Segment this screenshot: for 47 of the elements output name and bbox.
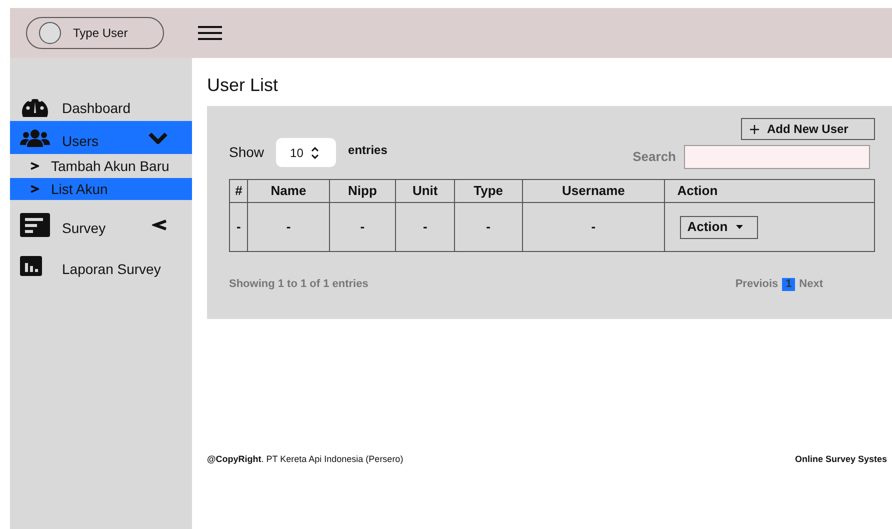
chevron-right-icon	[30, 162, 39, 170]
sidebar-item[interactable]: Survey	[10, 208, 192, 241]
document-icon	[20, 212, 50, 236]
plus-icon	[750, 124, 759, 134]
chevron-left-icon	[152, 218, 168, 230]
column-header: Type	[454, 180, 522, 202]
sidebar-item[interactable]: Dashboard	[10, 88, 192, 121]
entries-info: Showing 1 to 1 of 1 entries	[229, 277, 368, 292]
column-header: #	[230, 180, 248, 202]
bar-chart-icon	[20, 256, 42, 276]
users-icon	[20, 128, 50, 148]
table-cell: -	[522, 202, 665, 252]
search-field[interactable]	[684, 145, 870, 169]
sidebar-item-label: Users	[62, 132, 100, 151]
table-cell: -	[396, 202, 454, 252]
copyright-text: @CopyRight. PT Kereta Api Indonesia (Persero)	[207, 453, 404, 466]
entries-label: entries	[348, 142, 388, 158]
user-type-button[interactable]: Type User	[26, 17, 164, 49]
avatar-icon	[39, 22, 61, 44]
table-cell: -	[329, 202, 396, 252]
sidebar-item-label: Laporan Survey	[62, 260, 162, 279]
table-cell: -	[230, 202, 248, 252]
sidebar-item[interactable]: Users	[10, 121, 192, 154]
column-header: Name	[248, 180, 330, 202]
table-cell: -	[248, 202, 330, 252]
sidebar-subitem[interactable]: List Akun	[10, 178, 192, 200]
sidebar-subitem[interactable]: Tambah Akun Baru	[10, 155, 192, 177]
sidebar-item-label: Dashboard	[62, 99, 132, 118]
add-user-button[interactable]: Add New User	[741, 118, 875, 140]
entries-select[interactable]: 10	[276, 138, 336, 167]
column-header: Nipp	[329, 180, 396, 202]
show-label: Show	[229, 143, 264, 162]
caret-icon	[736, 225, 743, 229]
page-title: User List	[207, 74, 280, 97]
sidebar-item-label: Survey	[62, 219, 107, 238]
chevron-right-icon	[30, 185, 39, 193]
column-header: Username	[522, 180, 665, 202]
app-name: Online Survey Systes	[794, 453, 887, 466]
menu-icon[interactable]	[198, 26, 222, 40]
search-label: Search	[632, 148, 676, 166]
sidebar-item[interactable]: Laporan Survey	[10, 249, 192, 282]
column-header: Action	[664, 180, 874, 202]
spinner-icon	[311, 146, 320, 158]
action-button[interactable]: Action	[680, 216, 758, 238]
chevron-down-icon	[148, 132, 168, 144]
table-cell: -	[454, 202, 522, 252]
column-header: Unit	[396, 180, 454, 202]
